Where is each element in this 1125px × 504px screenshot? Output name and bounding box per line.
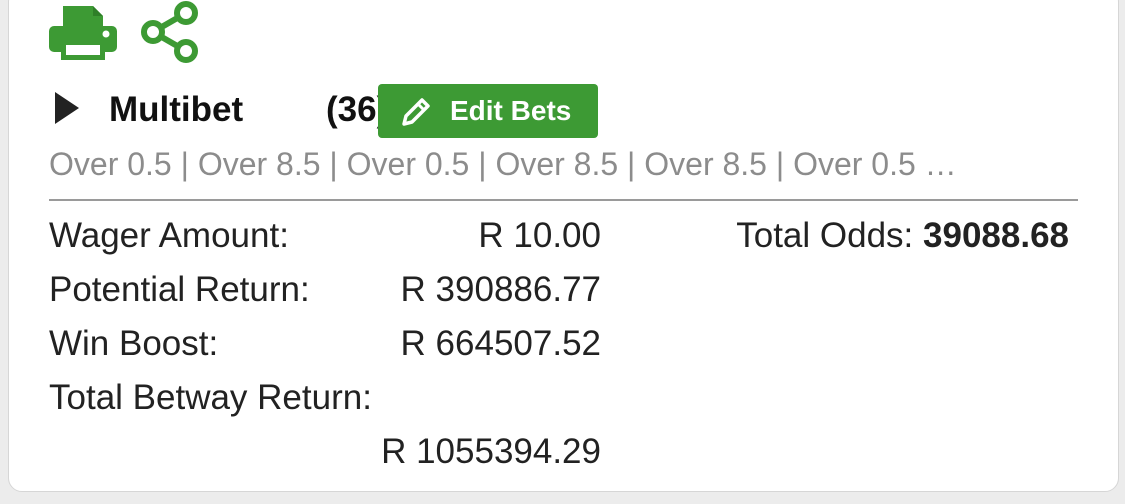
total-return-label: Total Betway Return:	[49, 378, 372, 417]
selections-summary: Over 0.5 | Over 8.5 | Over 0.5 | Over 8.…	[49, 146, 957, 182]
total-odds-label: Total Odds:	[736, 216, 914, 255]
total-odds-value: 39088.68	[923, 216, 1069, 255]
pencil-icon	[400, 96, 432, 133]
edit-bets-button[interactable]: Edit Bets	[378, 84, 598, 138]
win-boost-value: R 664507.52	[400, 324, 601, 363]
share-icon[interactable]	[139, 1, 201, 68]
potential-return-value: R 390886.77	[400, 270, 601, 309]
total-odds: Total Odds: 39088.68	[736, 214, 1069, 258]
bet-header: Multibet (36) Edit Bets	[53, 82, 1053, 138]
divider	[49, 199, 1078, 201]
edit-bets-label: Edit Bets	[450, 95, 572, 126]
potential-return-label: Potential Return:	[49, 270, 310, 309]
expand-triangle-icon[interactable]	[53, 90, 81, 131]
total-return-value: R 1055394.29	[381, 432, 601, 471]
printer-icon[interactable]	[49, 4, 117, 67]
bet-title: Multibet	[109, 90, 244, 129]
win-boost-label: Win Boost:	[49, 324, 219, 363]
wager-amount-label: Wager Amount:	[49, 216, 289, 255]
bet-card: Multibet (36) Edit Bets Over 0.5 | Over …	[8, 0, 1119, 492]
wager-amount-value: R 10.00	[478, 216, 601, 255]
